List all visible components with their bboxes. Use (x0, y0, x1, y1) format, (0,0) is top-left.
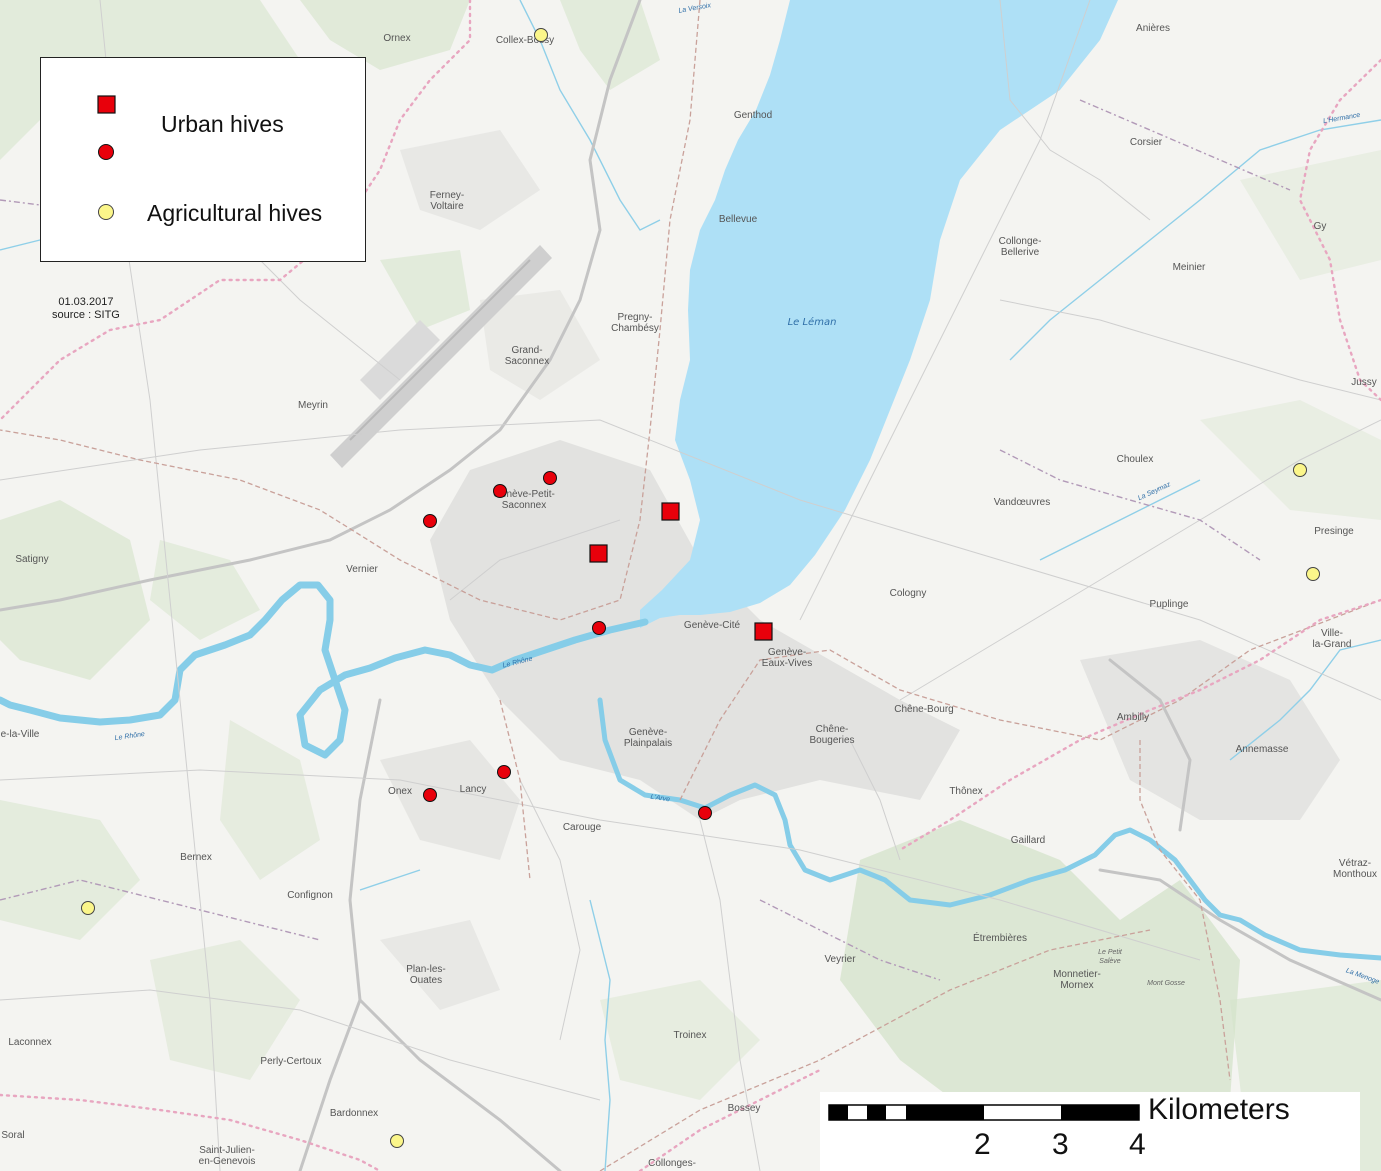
urban-hive-circle (493, 484, 507, 498)
place-bellevue: Bellevue (719, 214, 758, 225)
place-onex: Onex (388, 786, 412, 797)
place-choulex: Choulex (1117, 454, 1154, 465)
place-grand-saconnex-2: Saconnex (505, 356, 549, 367)
place-pregny-2: Chambésy (611, 323, 659, 334)
place-corsier: Corsier (1130, 137, 1163, 148)
agricultural-hive (1306, 567, 1320, 581)
legend-urban-square (97, 95, 116, 114)
place-satigny: Satigny (15, 554, 48, 565)
place-aire-la-ville: e-la-Ville (1, 729, 40, 740)
place-monnetier-1: Monnetier- (1053, 969, 1101, 980)
place-thonex: Thônex (949, 786, 982, 797)
place-vernier: Vernier (346, 564, 378, 575)
place-anieres: Anières (1136, 23, 1170, 34)
place-lancy: Lancy (460, 784, 487, 795)
place-chene-bougeries-2: Bougeries (809, 735, 854, 746)
place-bardonnex: Bardonnex (330, 1108, 378, 1119)
place-eaux-vives-2: Eaux-Vives (762, 658, 812, 669)
agricultural-hive (81, 901, 95, 915)
legend-urban-circle (98, 144, 114, 160)
place-perly-certoux: Perly-Certoux (260, 1056, 321, 1067)
place-ambilly: Ambilly (1117, 712, 1149, 723)
place-etrembieres: Étrembières (973, 931, 1027, 944)
legend-urban-label: Urban hives (161, 111, 284, 137)
place-meinier: Meinier (1173, 262, 1206, 273)
place-vandoeuvres: Vandœuvres (994, 497, 1051, 508)
place-ornex: Ornex (383, 33, 410, 44)
source-date: 01.03.2017 (58, 296, 114, 308)
place-cologny: Cologny (890, 588, 927, 599)
urban-hive-circle (592, 621, 606, 635)
place-collonge-bellerive-2: Bellerive (1001, 247, 1040, 258)
place-ville-la-grand-2: la-Grand (1313, 639, 1352, 650)
scale-unit-label: Kilometers (1148, 1093, 1290, 1126)
place-carouge: Carouge (563, 822, 602, 833)
scale-bar-graphic (828, 1104, 1140, 1121)
source-text: source : SITG (52, 309, 120, 321)
urban-hive-square (754, 622, 773, 641)
place-meyrin: Meyrin (298, 400, 328, 411)
hill-label-saleve-1: Le Petit (1098, 949, 1123, 956)
place-plainpalais-1: Genève- (629, 727, 667, 738)
urban-hive-circle (698, 806, 712, 820)
place-monnetier-2: Mornex (1060, 980, 1093, 991)
legend-agricultural-circle (98, 204, 114, 220)
place-genthod: Genthod (734, 110, 772, 121)
place-chene-bourg: Chêne-Bourg (894, 704, 953, 715)
place-laconnex: Laconnex (8, 1037, 51, 1048)
place-petit-saconnex-2: Saconnex (502, 500, 546, 511)
map-legend: Urban hives Agricultural hives (40, 57, 366, 262)
legend-agricultural-label: Agricultural hives (147, 200, 323, 226)
place-presinge: Presinge (1314, 526, 1354, 537)
hill-label-mont-gosse: Mont Gosse (1147, 980, 1185, 987)
place-gy: Gy (1314, 221, 1327, 232)
place-soral: Soral (1, 1130, 24, 1141)
place-vetraz-1: Vétraz- (1339, 858, 1371, 869)
place-troinex: Troinex (674, 1030, 707, 1041)
place-collonge-bellerive-1: Collonge- (999, 236, 1042, 247)
place-saint-julien-2: en-Genevois (199, 1156, 256, 1167)
place-vetraz-2: Monthoux (1333, 869, 1377, 880)
agricultural-hive (390, 1134, 404, 1148)
place-collonges: Collonges- (648, 1158, 696, 1169)
place-ferney-2: Voltaire (430, 201, 464, 212)
scale-tick-2: 2 (974, 1128, 991, 1161)
place-plan-les-ouates-1: Plan-les- (406, 964, 445, 975)
scale-tick-4: 4 (1129, 1128, 1146, 1161)
place-ferney-1: Ferney- (430, 190, 464, 201)
scale-bar: Kilometers 2 3 4 (820, 1092, 1360, 1171)
place-puplinge: Puplinge (1150, 599, 1189, 610)
place-grand-saconnex-1: Grand- (511, 345, 542, 356)
place-veyrier: Veyrier (824, 954, 856, 965)
scale-tick-3: 3 (1052, 1128, 1069, 1161)
place-pregny-1: Pregny- (617, 312, 652, 323)
place-ville-la-grand-1: Ville- (1321, 628, 1343, 639)
place-confignon: Confignon (287, 890, 333, 901)
place-plan-les-ouates-2: Ouates (410, 975, 442, 986)
place-plainpalais-2: Plainpalais (624, 738, 672, 749)
urban-hive-square (589, 544, 608, 563)
place-bossey: Bossey (728, 1103, 761, 1114)
place-gaillard: Gaillard (1011, 835, 1045, 846)
place-jussy: Jussy (1351, 377, 1377, 388)
place-geneve-cite: Genève-Cité (684, 620, 741, 631)
urban-hive-circle (497, 765, 511, 779)
urban-hive-circle (543, 471, 557, 485)
place-annemasse: Annemasse (1236, 744, 1289, 755)
place-chene-bougeries-1: Chêne- (816, 724, 849, 735)
urban-hive-square (661, 502, 680, 521)
place-saint-julien-1: Saint-Julien- (199, 1145, 255, 1156)
legend-symbols (97, 95, 116, 220)
urban-hive-circle (423, 788, 437, 802)
place-bernex: Bernex (180, 852, 212, 863)
map-source-note: 01.03.2017 source : SITG (52, 296, 120, 322)
agricultural-hive (534, 28, 548, 42)
hill-label-saleve-2: Salève (1099, 958, 1121, 965)
place-eaux-vives-1: Genève- (768, 647, 806, 658)
agricultural-hive (1293, 463, 1307, 477)
urban-hive-circle (423, 514, 437, 528)
lake-label: Le Léman (788, 316, 837, 328)
